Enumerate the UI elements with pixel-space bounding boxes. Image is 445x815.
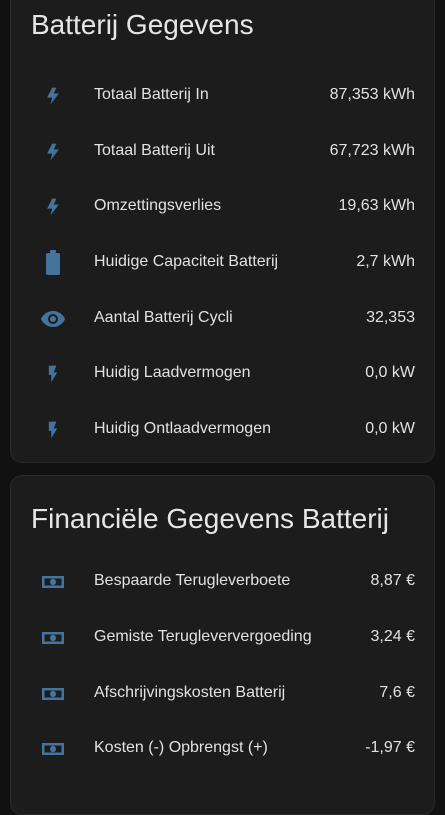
- entity-label: Bespaarde Terugleverboete: [94, 572, 291, 589]
- entity-row-costs-revenue[interactable]: Kosten (-) Opbrengst (+) -1,97 €: [11, 729, 434, 769]
- entity-row-total-battery-in[interactable]: Totaal Batterij In 87,353 kWh: [11, 76, 434, 116]
- entity-label: Kosten (-) Opbrengst (+): [94, 739, 268, 756]
- entity-value: 0,0 kW: [365, 364, 415, 381]
- entity-value: 0,0 kW: [365, 420, 415, 437]
- flash-icon: [39, 360, 67, 388]
- entity-label: Gemiste Terugleververgoeding: [94, 628, 312, 645]
- eye-icon: [39, 305, 67, 333]
- entity-label: Afschrijvingskosten Batterij: [94, 684, 286, 701]
- flash-icon: [39, 193, 67, 221]
- entity-value: 8,87 €: [370, 572, 415, 589]
- entity-value: 3,24 €: [370, 628, 415, 645]
- entity-value: 32,353: [366, 309, 415, 326]
- entity-row-charge-power[interactable]: Huidig Laadvermogen 0,0 kW: [11, 354, 434, 394]
- card-title: Batterij Gegevens: [31, 9, 254, 40]
- entity-row-missed-feed-in-compensation[interactable]: Gemiste Terugleververgoeding 3,24 €: [11, 618, 434, 658]
- flash-icon: [39, 138, 67, 166]
- entity-row-saved-feed-in-penalty[interactable]: Bespaarde Terugleverboete 8,87 €: [11, 562, 434, 602]
- financial-data-card: Financiële Gegevens Batterij Bespaarde T…: [10, 475, 435, 815]
- cash-icon: [39, 735, 67, 763]
- entity-row-depreciation-costs[interactable]: Afschrijvingskosten Batterij 7,6 €: [11, 674, 434, 714]
- flash-icon: [39, 416, 67, 444]
- entity-value: 7,6 €: [379, 684, 415, 701]
- entity-label: Omzettingsverlies: [94, 197, 222, 214]
- entity-row-battery-cycles[interactable]: Aantal Batterij Cycli 32,353: [11, 299, 434, 339]
- entity-value: 67,723 kWh: [329, 142, 415, 159]
- cash-icon: [39, 624, 67, 652]
- battery-icon: [39, 249, 67, 277]
- cash-icon: [39, 680, 67, 708]
- entity-label: Huidig Laadvermogen: [94, 364, 251, 381]
- entity-value: 87,353 kWh: [329, 86, 415, 103]
- entity-label: Aantal Batterij Cycli: [94, 309, 233, 326]
- entity-label: Huidige Capaciteit Batterij: [94, 253, 279, 270]
- entity-value: 19,63 kWh: [338, 197, 415, 214]
- flash-icon: [39, 82, 67, 110]
- entity-row-discharge-power[interactable]: Huidig Ontlaadvermogen 0,0 kW: [11, 410, 434, 450]
- cash-icon: [39, 568, 67, 596]
- entity-value: -1,97 €: [365, 739, 415, 756]
- entity-label: Huidig Ontlaadvermogen: [94, 420, 271, 437]
- battery-data-card: Batterij Gegevens Totaal Batterij In 87,…: [10, 0, 435, 463]
- entity-row-total-battery-out[interactable]: Totaal Batterij Uit 67,723 kWh: [11, 132, 434, 172]
- entity-value: 2,7 kWh: [356, 253, 415, 270]
- entity-row-current-capacity[interactable]: Huidige Capaciteit Batterij 2,7 kWh: [11, 243, 434, 283]
- entity-label: Totaal Batterij In: [94, 86, 209, 103]
- entity-row-conversion-loss[interactable]: Omzettingsverlies 19,63 kWh: [11, 187, 434, 227]
- card-title: Financiële Gegevens Batterij: [31, 503, 389, 534]
- entity-label: Totaal Batterij Uit: [94, 142, 215, 159]
